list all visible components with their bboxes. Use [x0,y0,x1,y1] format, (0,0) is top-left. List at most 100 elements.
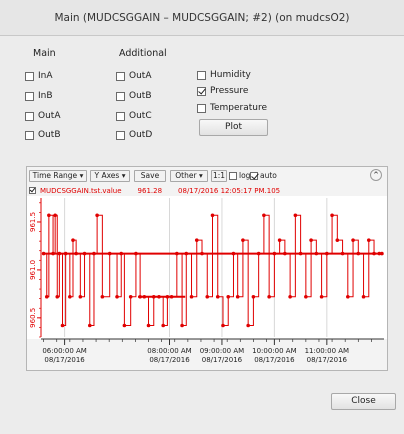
data-point [74,251,78,256]
data-point [351,238,355,242]
one-to-one-button[interactable]: 1:1 [211,170,227,182]
data-point [119,251,124,256]
data-point [215,294,220,299]
data-point [138,294,142,299]
time-range-dropdown[interactable]: Time Range ▾ [29,170,87,182]
checkbox-humidity[interactable]: Humidity [197,70,251,80]
data-point [304,294,308,299]
data-point [221,323,225,328]
data-point [44,294,49,299]
checkbox-box[interactable] [25,91,34,101]
data-point [366,238,371,242]
data-point [241,238,245,242]
plot-button[interactable]: Plot [199,119,268,136]
checkbox-pressure[interactable]: Pressure [197,86,248,96]
series-legend: MUDCSGGAIN.tst.value 961.28 08/17/2016 1… [29,186,385,195]
data-point [134,251,138,256]
checkbox-box[interactable] [116,130,125,140]
checkbox-additional-outb[interactable]: OutB [116,91,152,101]
log-checkbox[interactable]: log [229,171,250,180]
data-point [57,251,62,256]
data-point [346,294,350,299]
x-tick-time-label: 06:00:00 AM [42,347,87,355]
checkbox-box[interactable] [116,111,125,121]
close-button[interactable]: Close [331,393,396,410]
data-point [335,238,340,242]
checkbox-box[interactable] [197,70,206,80]
x-tick-time-label: 11:00:00 AM [305,347,350,355]
checkbox-main-ina[interactable]: InA [25,71,53,81]
data-point [151,294,156,299]
data-point [55,294,60,299]
data-point [122,323,127,328]
checkbox-box[interactable] [25,71,34,81]
x-tick-time-label: 10:00:00 AM [252,347,297,355]
checkbox-temperature[interactable]: Temperature [197,103,267,113]
data-point [267,294,271,299]
checkbox-additional-outd[interactable]: OutD [116,130,152,140]
data-point [161,323,166,328]
checkbox-main-outa[interactable]: OutA [25,111,60,121]
data-point [256,251,261,256]
plot-panel: Time Range ▾ Y Axes ▾ Save Other ▾ 1:1 l… [26,166,388,371]
checkbox-box[interactable] [197,103,206,113]
checkbox-box-checked[interactable] [197,86,206,96]
checkbox-box[interactable] [229,171,237,180]
checkbox-label: InA [38,71,53,81]
data-point [60,323,65,328]
double-chevron-up-icon[interactable]: ⌃ [370,169,382,181]
y-tick-label: 961.5 [29,212,37,232]
data-point [128,294,133,299]
y-tick-label: 960.5 [29,308,37,328]
data-point [356,251,361,256]
save-button[interactable]: Save [134,170,166,182]
checkbox-main-inb[interactable]: InB [25,91,53,101]
data-point [226,294,231,299]
checkbox-box[interactable] [116,91,125,101]
dropdown-arrow-icon: ▾ [79,171,84,180]
data-point [157,294,161,299]
x-tick-date-label: 08/17/2016 [254,356,295,364]
data-point [205,294,210,299]
checkbox-main-outb[interactable]: OutB [25,130,61,140]
data-point [325,251,329,256]
checkbox-box-checked[interactable] [250,171,258,180]
checkbox-box[interactable] [116,71,125,81]
data-point [210,213,215,218]
x-tick-date-label: 08/17/2016 [202,356,243,364]
legend-series-name: MUDCSGGAIN.tst.value [40,186,122,195]
auto-checkbox[interactable]: auto [250,171,277,180]
data-point [283,251,287,256]
data-point [78,294,83,299]
legend-value: 961.28 [137,186,163,195]
checkbox-box[interactable] [25,130,34,140]
x-tick-date-label: 08/17/2016 [44,356,85,364]
x-tick-time-label: 08:00:00 AM [147,347,192,355]
y-axes-dropdown[interactable]: Y Axes ▾ [90,170,130,182]
legend-checkbox[interactable] [29,187,36,194]
checkbox-label: Temperature [210,103,268,113]
data-point [309,238,313,242]
data-point [372,251,376,256]
data-point [288,294,292,299]
data-point [63,251,68,256]
checkbox-label: InB [38,91,53,101]
checkbox-box[interactable] [25,111,34,121]
checkbox-additional-outc[interactable]: OutC [116,111,152,121]
data-point [277,238,282,242]
data-point [340,251,345,256]
checkbox-label: OutA [38,111,61,121]
x-tick-date-label: 08/17/2016 [307,356,348,364]
data-point [361,294,366,299]
checkbox-additional-outa[interactable]: OutA [116,71,151,81]
pressure-chart[interactable]: 960.5961.0961.5 06:00:00 AM08/17/201608:… [27,196,387,371]
data-point [95,213,99,218]
checkbox-label: OutC [129,111,152,121]
legend-timestamp: 08/17/2016 12:05:17 PM.105 [178,186,281,195]
data-point [314,251,319,256]
other-dropdown[interactable]: Other ▾ [170,170,208,182]
data-point [71,238,75,242]
checkbox-label: Pressure [210,86,249,96]
additional-column-heading: Additional [119,48,167,59]
data-point [146,323,151,328]
